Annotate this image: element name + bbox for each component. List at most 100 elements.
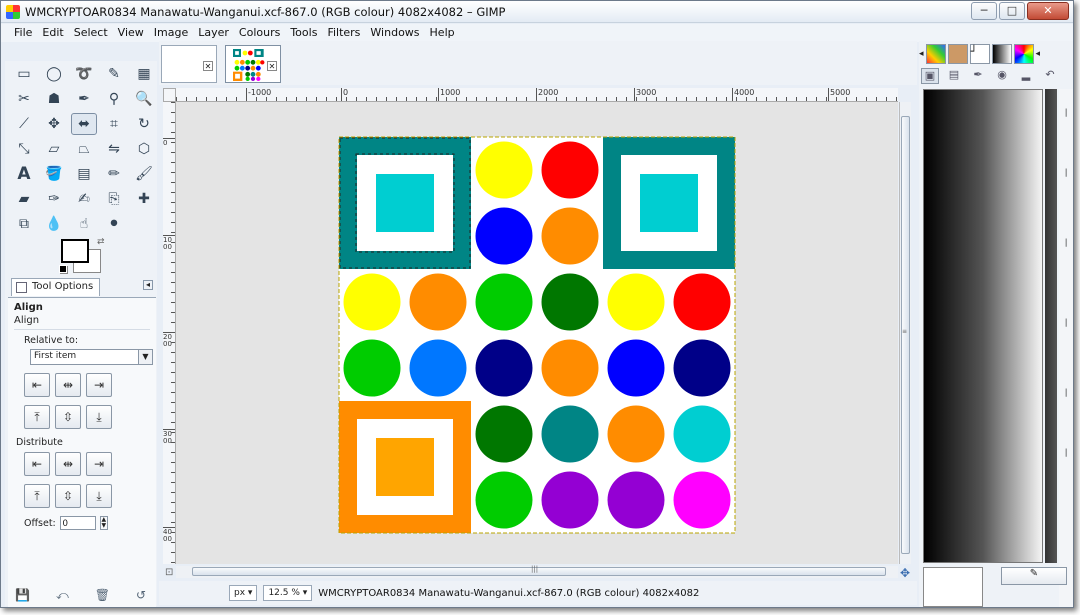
close-tab-icon[interactable]: ✕	[267, 61, 277, 71]
gradients-icon[interactable]	[991, 44, 1012, 64]
unit-select[interactable]: px ▾	[229, 585, 258, 601]
brushes-icon[interactable]	[947, 44, 968, 64]
zoom-image-icon[interactable]: ⊡	[165, 567, 173, 578]
menu-windows[interactable]: Windows	[365, 24, 424, 42]
menu-colours[interactable]: Colours	[234, 24, 285, 42]
align-bottom-edge-button[interactable]: ⤓	[86, 405, 112, 429]
heal-icon[interactable]: ✚	[131, 188, 157, 210]
menu-layer[interactable]: Layer	[193, 24, 234, 42]
move-icon[interactable]: ✥	[41, 113, 67, 135]
measure-icon[interactable]: ⟋	[11, 113, 37, 135]
zoom-icon[interactable]: 🔍	[131, 88, 157, 110]
reset-colors-icon[interactable]	[59, 265, 67, 273]
dock-left-arrow-icon[interactable]: ◂	[919, 49, 924, 59]
image-tab-blank[interactable]: ✕	[161, 45, 217, 83]
airbrush-icon[interactable]: ✑	[41, 188, 67, 210]
side-tab-2[interactable]: ▕	[1061, 169, 1073, 185]
undo-history-icon[interactable]: ↶	[1041, 68, 1059, 84]
rotate-icon[interactable]: ↻	[131, 113, 157, 135]
paintbrush-icon[interactable]: 🖌	[131, 163, 157, 185]
distribute-right-button[interactable]: ⇥	[86, 452, 112, 476]
menu-tools[interactable]: Tools	[285, 24, 322, 42]
align-middle-vertical-button[interactable]: ⇳	[55, 405, 81, 429]
pencil-icon[interactable]: ✏	[101, 163, 127, 185]
distribute-bottom-button[interactable]: ⤓	[86, 484, 112, 508]
bucket-fill-icon[interactable]: 🪣	[41, 163, 67, 185]
layers-icon[interactable]: ▣	[921, 68, 939, 84]
restore-options-icon[interactable]: ⤺	[56, 588, 69, 603]
cage-transform-icon[interactable]: ⬡	[131, 138, 157, 160]
flip-icon[interactable]: ⇋	[101, 138, 127, 160]
free-select-icon[interactable]: ➰	[71, 63, 97, 85]
scissors-select-icon[interactable]: ✂	[11, 88, 37, 110]
histogram-icon[interactable]: ▂	[1017, 68, 1035, 84]
align-top-edge-button[interactable]: ⤒	[24, 405, 50, 429]
menu-filters[interactable]: Filters	[322, 24, 365, 42]
paths-panel-icon[interactable]: ✒	[969, 68, 987, 84]
canvas-area[interactable]	[176, 102, 898, 564]
scale-icon[interactable]: ⤡	[11, 138, 37, 160]
delete-options-icon[interactable]: 🗑	[95, 588, 110, 603]
fuzzy-select-icon[interactable]: ✎	[101, 63, 127, 85]
horizontal-scroll-thumb[interactable]	[192, 567, 886, 576]
offset-input[interactable]	[59, 516, 96, 530]
image-canvas[interactable]	[176, 102, 898, 564]
close-tab-icon[interactable]: ✕	[203, 61, 213, 71]
side-tab-5[interactable]: ▕	[1061, 389, 1073, 405]
ink-icon[interactable]: ✍	[71, 188, 97, 210]
crop-icon[interactable]: ⌗	[101, 113, 127, 135]
save-options-icon[interactable]: 💾	[15, 588, 30, 603]
color-picker-icon[interactable]: ⚲	[101, 88, 127, 110]
distribute-left-button[interactable]: ⇤	[24, 452, 50, 476]
close-button[interactable]: ✕	[1027, 2, 1069, 20]
side-tab-6[interactable]: ▕	[1061, 449, 1073, 465]
align-center-horizontal-button[interactable]: ⇹	[55, 373, 81, 397]
maximize-button[interactable]: □	[999, 2, 1025, 20]
reset-options-icon[interactable]: ↺	[136, 588, 146, 603]
blur-sharpen-icon[interactable]: 💧	[41, 213, 67, 235]
align-left-edge-button[interactable]: ⇤	[24, 373, 50, 397]
distribute-top-button[interactable]: ⤒	[24, 484, 50, 508]
image-tab-active[interactable]: ✕	[225, 45, 281, 83]
side-tab-3[interactable]: ▕	[1061, 239, 1073, 255]
menu-help[interactable]: Help	[425, 24, 460, 42]
channels-icon[interactable]: ▤	[945, 68, 963, 84]
distribute-center-button[interactable]: ⇹	[55, 452, 81, 476]
blend-icon[interactable]: ▤	[71, 163, 97, 185]
menu-image[interactable]: Image	[149, 24, 193, 42]
menu-edit[interactable]: Edit	[37, 24, 68, 42]
colormap-icon[interactable]: ◉	[993, 68, 1011, 84]
shear-icon[interactable]: ▱	[41, 138, 67, 160]
swap-colors-icon[interactable]: ⇄	[97, 237, 105, 247]
smudge-icon[interactable]: ☝	[71, 213, 97, 235]
dynamics-icon[interactable]: ┘	[969, 44, 990, 64]
quick-mask-toggle[interactable]	[163, 88, 176, 102]
offset-spinner[interactable]: ▲ ▼	[99, 516, 108, 530]
foreground-select-icon[interactable]: ☗	[41, 88, 67, 110]
fg-bg-colors[interactable]: ⇄	[59, 237, 109, 279]
patterns-icon[interactable]	[925, 44, 946, 64]
clone-icon[interactable]: ⎘	[101, 188, 127, 210]
rect-select-icon[interactable]: ▭	[11, 63, 37, 85]
tab-menu-arrow-icon[interactable]: ◂	[143, 280, 153, 290]
ellipse-select-icon[interactable]: ◯	[41, 63, 67, 85]
align-tool-icon[interactable]: ⬌	[71, 113, 97, 135]
tab-tool-options[interactable]: Tool Options	[11, 278, 101, 296]
relative-to-select[interactable]: First item ▼	[30, 349, 153, 365]
navigate-icon[interactable]: ✥	[900, 566, 910, 580]
perspective-icon[interactable]: ⏢	[71, 138, 97, 160]
minimize-button[interactable]: ─	[971, 2, 997, 20]
side-tab-1[interactable]: ▕	[1061, 109, 1073, 125]
foreground-color-swatch[interactable]	[61, 239, 89, 263]
palettes-icon[interactable]	[1013, 44, 1034, 64]
eraser-icon[interactable]: ▰	[11, 188, 37, 210]
align-right-edge-button[interactable]: ⇥	[86, 373, 112, 397]
dock-menu-arrow-icon[interactable]: ◂	[1036, 49, 1041, 59]
horizontal-scrollbar[interactable]: |||	[176, 565, 898, 578]
zoom-select[interactable]: 12.5 % ▾	[263, 585, 313, 601]
vertical-scroll-thumb[interactable]	[901, 116, 910, 554]
side-tab-4[interactable]: ▕	[1061, 319, 1073, 335]
distribute-middle-button[interactable]: ⇳	[55, 484, 81, 508]
perspective-clone-icon[interactable]: ⧉	[11, 213, 37, 235]
dodge-burn-icon[interactable]: ⚫	[101, 213, 127, 235]
